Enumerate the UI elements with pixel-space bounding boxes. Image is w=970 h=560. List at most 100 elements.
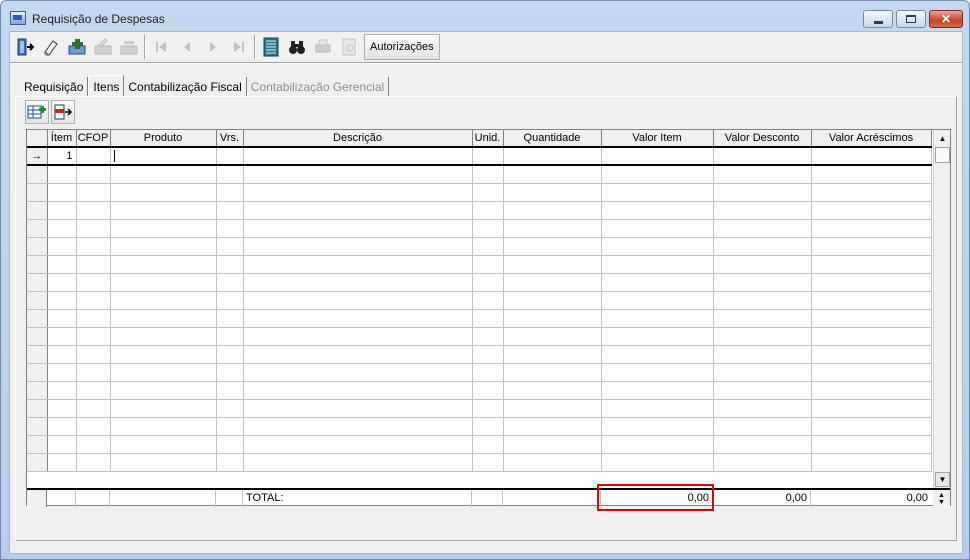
grid-cell[interactable] xyxy=(601,417,714,436)
grid-cell[interactable] xyxy=(110,345,217,364)
title-bar[interactable]: Requisição de Despesas ✕ xyxy=(1,1,969,31)
tab-requisicao[interactable]: Requisição xyxy=(20,77,89,97)
grid-cell[interactable] xyxy=(110,219,217,238)
grid-cell[interactable] xyxy=(216,363,244,382)
grid-cell[interactable] xyxy=(76,237,111,256)
grid-cell[interactable] xyxy=(216,165,244,184)
grid-cell[interactable] xyxy=(601,435,714,454)
grid-cell[interactable] xyxy=(811,345,932,364)
grid-cell[interactable] xyxy=(76,381,111,400)
add-item-button[interactable] xyxy=(25,100,49,124)
column-header-valor-item[interactable]: Valor Item xyxy=(601,130,714,148)
scroll-down-icon[interactable]: ▼ xyxy=(935,472,950,487)
grid-cell[interactable] xyxy=(811,453,932,472)
grid-cell[interactable] xyxy=(47,345,77,364)
grid-cell[interactable] xyxy=(713,453,812,472)
grid-cell[interactable] xyxy=(713,399,812,418)
grid-cell[interactable] xyxy=(47,363,77,382)
grid-cell[interactable] xyxy=(601,273,714,292)
grid-cell[interactable] xyxy=(216,345,244,364)
grid-cell[interactable] xyxy=(472,381,504,400)
grid-cell[interactable] xyxy=(472,345,504,364)
grid-cell[interactable] xyxy=(216,201,244,220)
grid-cell[interactable] xyxy=(243,417,473,436)
grid-cell[interactable] xyxy=(216,291,244,310)
table-row[interactable] xyxy=(27,165,932,184)
grid-cell[interactable] xyxy=(110,165,217,184)
grid-cell[interactable] xyxy=(472,219,504,238)
grid-cell[interactable] xyxy=(811,381,932,400)
tab-itens[interactable]: Itens xyxy=(88,75,125,97)
grid-cell[interactable] xyxy=(216,453,244,472)
grid-cell[interactable] xyxy=(243,237,473,256)
grid-cell[interactable] xyxy=(243,309,473,328)
cell-valor-item[interactable] xyxy=(601,146,714,166)
table-row[interactable] xyxy=(27,255,932,274)
grid-cell[interactable] xyxy=(216,309,244,328)
grid-cell[interactable] xyxy=(472,309,504,328)
grid-cell[interactable] xyxy=(243,381,473,400)
scroll-up-icon[interactable]: ▲ xyxy=(935,131,950,146)
grid-cell[interactable] xyxy=(110,201,217,220)
grid-cell[interactable] xyxy=(76,291,111,310)
spin-up-icon[interactable]: ▲ xyxy=(938,492,945,499)
grid-cell[interactable] xyxy=(472,453,504,472)
grid-cell[interactable] xyxy=(76,453,111,472)
grid-cell[interactable] xyxy=(811,165,932,184)
cell-produto[interactable] xyxy=(110,146,217,166)
table-row[interactable] xyxy=(27,345,932,364)
remove-item-button[interactable] xyxy=(51,100,75,124)
grid-cell[interactable] xyxy=(110,291,217,310)
cell-vrs[interactable] xyxy=(216,146,244,166)
grid-cell[interactable] xyxy=(110,327,217,346)
grid-cell[interactable] xyxy=(811,435,932,454)
grid-view-button[interactable] xyxy=(258,34,284,60)
table-row[interactable] xyxy=(27,183,932,202)
grid-cell[interactable] xyxy=(110,273,217,292)
grid-cell[interactable] xyxy=(601,165,714,184)
grid-cell[interactable] xyxy=(601,201,714,220)
grid-cell[interactable] xyxy=(76,255,111,274)
grid-cell[interactable] xyxy=(503,309,602,328)
grid-cell[interactable] xyxy=(216,327,244,346)
tab-contabilizacao-gerencial[interactable]: Contabilização Gerencial xyxy=(247,77,390,97)
column-header-quantidade[interactable]: Quantidade xyxy=(503,130,602,148)
grid-cell[interactable] xyxy=(472,327,504,346)
print-button[interactable] xyxy=(310,34,336,60)
grid-cell[interactable] xyxy=(503,201,602,220)
grid-cell[interactable] xyxy=(503,417,602,436)
grid-cell[interactable] xyxy=(713,183,812,202)
grid-cell[interactable] xyxy=(601,453,714,472)
grid-cell[interactable] xyxy=(216,183,244,202)
first-record-button[interactable] xyxy=(148,34,174,60)
grid-cell[interactable] xyxy=(47,219,77,238)
grid-cell[interactable] xyxy=(110,309,217,328)
grid-cell[interactable] xyxy=(713,417,812,436)
minimize-button[interactable] xyxy=(863,10,893,28)
cell-valor-acrescimos[interactable] xyxy=(811,146,932,166)
column-header-valor-acrescimos[interactable]: Valor Acréscimos xyxy=(811,130,932,148)
grid-cell[interactable] xyxy=(110,255,217,274)
close-button[interactable]: ✕ xyxy=(929,10,963,28)
clear-button[interactable] xyxy=(38,34,64,60)
grid-cell[interactable] xyxy=(811,417,932,436)
column-header-unid[interactable]: Unid. xyxy=(472,130,504,148)
table-row[interactable] xyxy=(27,327,932,346)
grid-cell[interactable] xyxy=(243,219,473,238)
grid-cell[interactable] xyxy=(811,255,932,274)
grid-cell[interactable] xyxy=(472,165,504,184)
grid-cell[interactable] xyxy=(811,183,932,202)
grid-cell[interactable] xyxy=(601,291,714,310)
grid-cell[interactable] xyxy=(713,255,812,274)
grid-cell[interactable] xyxy=(47,453,77,472)
grid-cell[interactable] xyxy=(713,291,812,310)
grid-cell[interactable] xyxy=(472,273,504,292)
grid-cell[interactable] xyxy=(76,345,111,364)
grid-cell[interactable] xyxy=(216,399,244,418)
grid-cell[interactable] xyxy=(243,363,473,382)
preview-button[interactable] xyxy=(336,34,362,60)
grid-cell[interactable] xyxy=(76,273,111,292)
grid-cell[interactable] xyxy=(503,237,602,256)
column-header-valor-desconto[interactable]: Valor Desconto xyxy=(713,130,812,148)
grid-cell[interactable] xyxy=(243,201,473,220)
